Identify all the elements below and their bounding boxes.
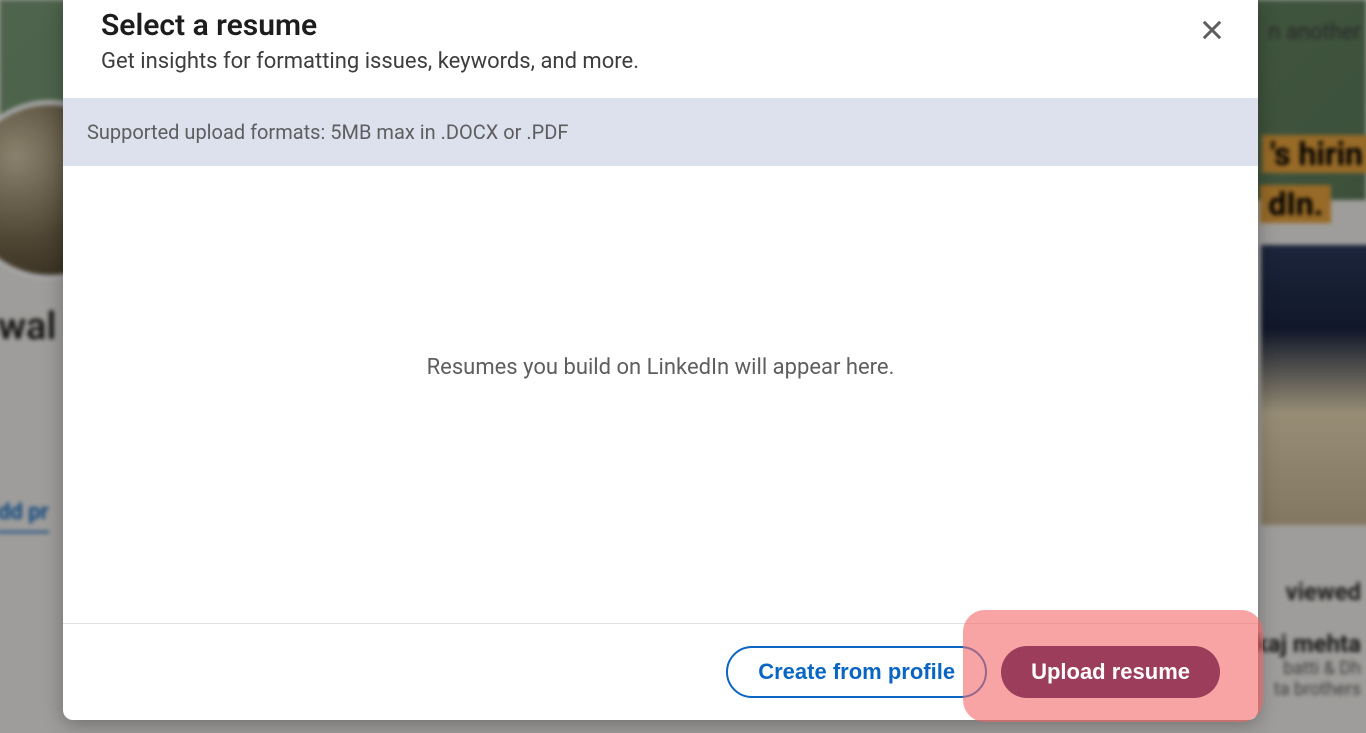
modal-footer: Create from profile Upload resume: [63, 623, 1258, 720]
create-from-profile-button[interactable]: Create from profile: [726, 646, 987, 698]
modal-subtitle: Get insights for formatting issues, keyw…: [101, 49, 1220, 74]
select-resume-modal: Select a resume Get insights for formatt…: [63, 0, 1258, 720]
empty-state-message: Resumes you build on LinkedIn will appea…: [427, 355, 895, 380]
close-button[interactable]: [1192, 10, 1232, 50]
supported-formats-info: Supported upload formats: 5MB max in .DO…: [63, 98, 1258, 166]
modal-header: Select a resume Get insights for formatt…: [63, 0, 1258, 98]
modal-title: Select a resume: [101, 8, 1220, 43]
upload-resume-button[interactable]: Upload resume: [1001, 646, 1220, 698]
close-icon: [1198, 16, 1226, 44]
modal-body: Resumes you build on LinkedIn will appea…: [63, 166, 1258, 623]
